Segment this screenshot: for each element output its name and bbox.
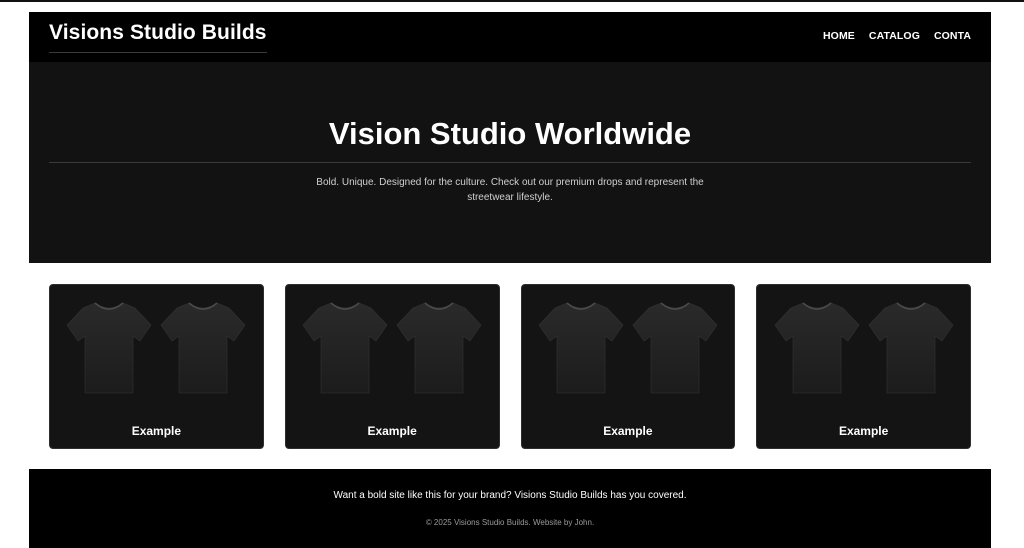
product-label: Example <box>131 424 182 438</box>
top-rule <box>0 0 1024 2</box>
product-image-tshirts <box>757 285 970 405</box>
tshirt-back-icon <box>396 302 482 394</box>
product-image-tshirts <box>286 285 499 405</box>
product-grid: Example Example Example Example <box>29 263 991 469</box>
product-card[interactable]: Example <box>520 284 736 449</box>
product-card[interactable]: Example <box>284 284 500 449</box>
tshirt-back-icon <box>160 302 246 394</box>
footer-copyright: © 2025 Visions Studio Builds. Website by… <box>425 518 595 527</box>
hero-title: Vision Studio Worldwide <box>328 116 692 151</box>
product-card[interactable]: Example <box>49 284 264 449</box>
hero-subtitle: Bold. Unique. Designed for the culture. … <box>316 177 704 203</box>
product-card[interactable]: Example <box>756 284 971 449</box>
product-label: Example <box>367 424 417 438</box>
tshirt-front-icon <box>302 302 388 394</box>
nav-catalog-link[interactable]: CATALOG <box>869 30 920 42</box>
product-label: Example <box>603 424 653 438</box>
tshirt-front-icon <box>538 302 624 394</box>
nav-home-link[interactable]: HOME <box>823 30 855 42</box>
tshirt-back-icon <box>868 302 954 394</box>
tshirt-back-icon <box>632 302 718 394</box>
footer-cta-text: Want a bold site like this for your bran… <box>333 490 687 501</box>
brand-logo[interactable]: Visions Studio Builds <box>49 21 267 53</box>
site-header: Visions Studio Builds HOME CATALOG CONTA… <box>29 12 991 62</box>
main-nav: HOME CATALOG CONTACT <box>823 30 971 42</box>
product-image-tshirts <box>50 285 263 405</box>
tshirt-front-icon <box>66 302 152 394</box>
site-footer: Want a bold site like this for your bran… <box>29 469 991 548</box>
product-label: Example <box>838 424 889 438</box>
nav-contact-link[interactable]: CONTACT <box>934 30 971 42</box>
hero-divider <box>49 162 971 163</box>
product-image-tshirts <box>522 285 735 405</box>
site-container: Visions Studio Builds HOME CATALOG CONTA… <box>29 12 991 548</box>
hero-section: Vision Studio Worldwide Bold. Unique. De… <box>29 62 991 263</box>
tshirt-front-icon <box>774 302 860 394</box>
